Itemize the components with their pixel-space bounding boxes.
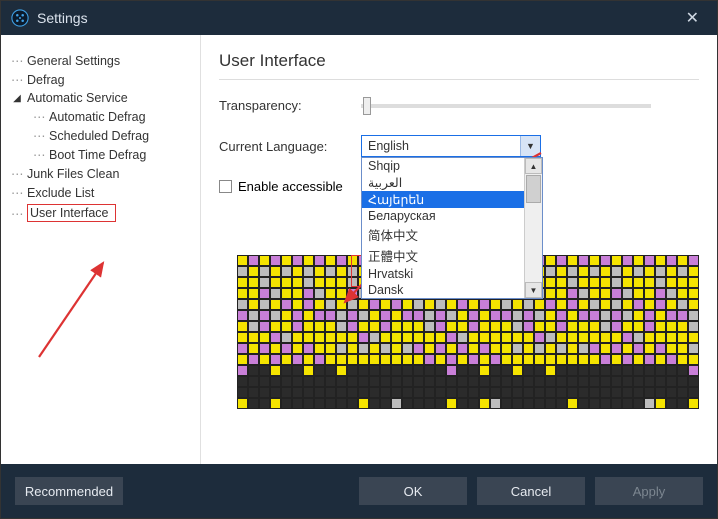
sidebar-item-automatic-defrag[interactable]: ⋯Automatic Defrag xyxy=(31,107,192,126)
settings-window: Settings ✕ ⋯General Settings ⋯Defrag ◢Au… xyxy=(0,0,718,519)
transparency-label: Transparency: xyxy=(219,98,349,113)
window-title: Settings xyxy=(37,10,88,26)
accessible-label: Enable accessible xyxy=(238,179,343,194)
transparency-slider[interactable] xyxy=(361,104,651,108)
sidebar-item-user-interface[interactable]: ⋯User Interface xyxy=(9,202,192,224)
close-icon[interactable]: ✕ xyxy=(678,4,707,32)
sidebar-item-junk-files-clean[interactable]: ⋯Junk Files Clean xyxy=(9,164,192,183)
sidebar-item-scheduled-defrag[interactable]: ⋯Scheduled Defrag xyxy=(31,126,192,145)
language-option[interactable]: Shqip xyxy=(362,158,524,174)
ok-button[interactable]: OK xyxy=(359,477,467,505)
collapse-icon[interactable]: ◢ xyxy=(11,93,23,104)
dropdown-scrollbar[interactable]: ▲ ▼ xyxy=(524,158,542,298)
language-option[interactable]: Беларуская xyxy=(362,208,524,224)
language-option[interactable]: Dansk xyxy=(362,282,524,298)
page-title: User Interface xyxy=(219,51,699,80)
sidebar-item-boot-time-defrag[interactable]: ⋯Boot Time Defrag xyxy=(31,145,192,164)
language-option[interactable]: 正體中文 xyxy=(362,245,524,266)
language-option[interactable]: 简体中文 xyxy=(362,224,524,245)
sidebar-item-defrag[interactable]: ⋯Defrag xyxy=(9,70,192,89)
language-option[interactable]: Hrvatski xyxy=(362,266,524,282)
sidebar-item-automatic-service[interactable]: ◢Automatic Service xyxy=(9,89,192,107)
scroll-down-icon[interactable]: ▼ xyxy=(525,282,542,298)
language-option[interactable]: العربية xyxy=(362,174,524,191)
language-dropdown: ShqipالعربيةՀայերենБеларуская简体中文正體中文Hrv… xyxy=(361,157,543,299)
language-label: Current Language: xyxy=(219,139,349,154)
cancel-button[interactable]: Cancel xyxy=(477,477,585,505)
recommended-button[interactable]: Recommended xyxy=(15,477,123,505)
sidebar: ⋯General Settings ⋯Defrag ◢Automatic Ser… xyxy=(1,35,201,464)
language-current-value: English xyxy=(368,139,409,153)
sidebar-item-general-settings[interactable]: ⋯General Settings xyxy=(9,51,192,70)
language-combobox[interactable]: English ▼ ShqipالعربيةՀայերենБеларуская简… xyxy=(361,135,541,157)
slider-thumb[interactable] xyxy=(363,97,371,115)
scroll-up-icon[interactable]: ▲ xyxy=(525,158,542,174)
apply-button[interactable]: Apply xyxy=(595,477,703,505)
titlebar: Settings ✕ xyxy=(1,1,717,35)
sidebar-item-exclude-list[interactable]: ⋯Exclude List xyxy=(9,183,192,202)
app-icon xyxy=(11,9,29,27)
scroll-thumb[interactable] xyxy=(526,175,541,203)
body: ⋯General Settings ⋯Defrag ◢Automatic Ser… xyxy=(1,35,717,464)
accessible-checkbox[interactable] xyxy=(219,180,232,193)
chevron-down-icon[interactable]: ▼ xyxy=(520,136,540,156)
language-option[interactable]: Հայերեն xyxy=(362,191,524,208)
footer: Recommended OK Cancel Apply xyxy=(1,464,717,518)
